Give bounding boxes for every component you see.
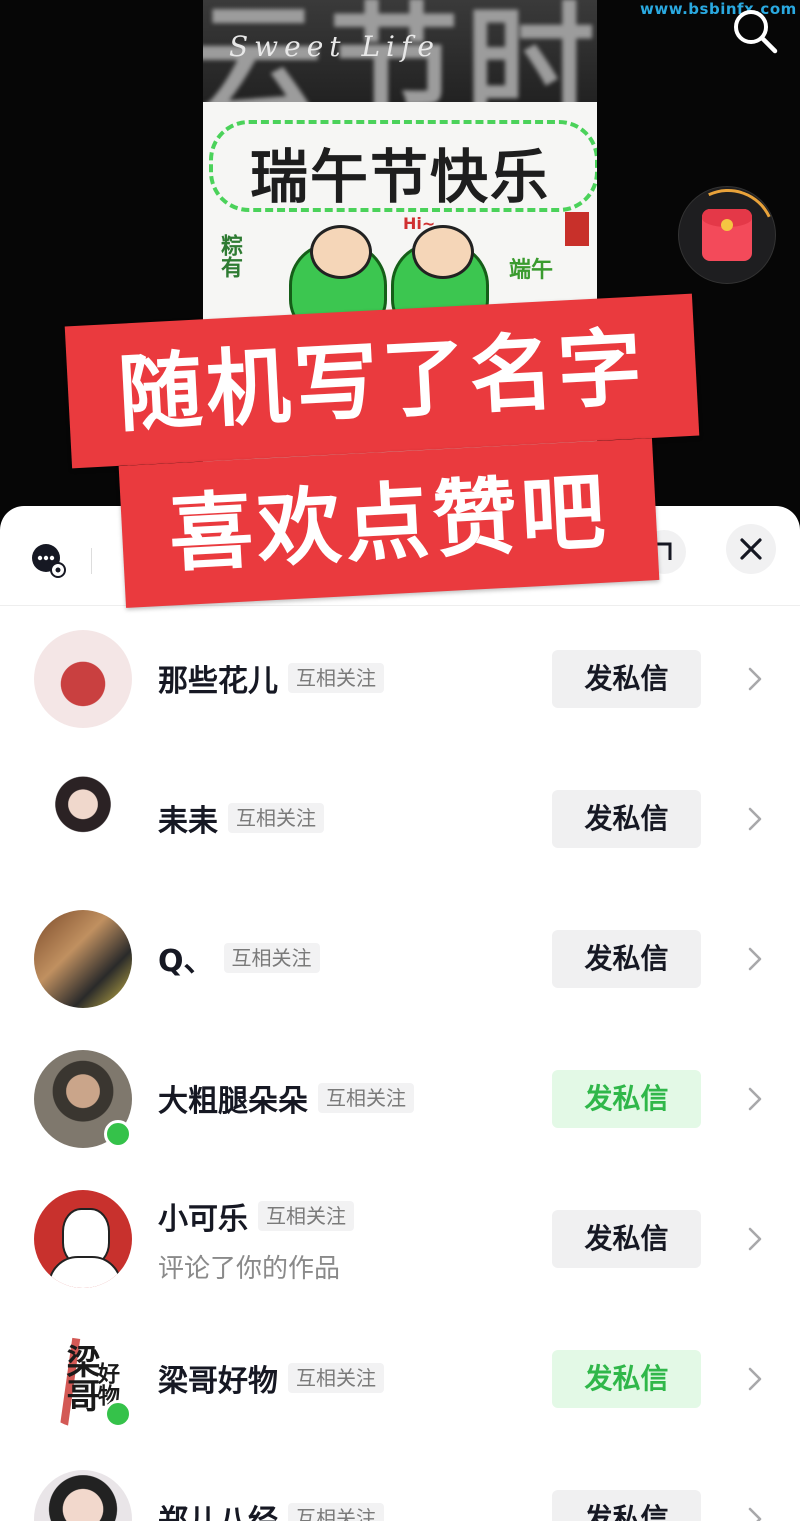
avatar[interactable]: [34, 910, 132, 1008]
avatar[interactable]: [34, 1190, 132, 1288]
mutual-follow-badge: 互相关注: [288, 1363, 384, 1393]
contact-row[interactable]: 郑儿八经互相关注 发私信: [0, 1446, 800, 1521]
card-title: 瑞午节快乐: [249, 143, 550, 211]
avatar[interactable]: [34, 770, 132, 868]
mutual-follow-badge: 互相关注: [288, 1503, 384, 1521]
chevron-right-icon[interactable]: [744, 1366, 766, 1392]
contact-name: 那些花儿: [158, 664, 278, 699]
send-message-button[interactable]: 发私信: [552, 1210, 701, 1268]
contact-name: 小可乐: [158, 1202, 248, 1237]
contact-name-line: 郑儿八经互相关注: [158, 1498, 384, 1521]
send-message-button[interactable]: 发私信: [552, 1070, 701, 1128]
red-envelope-icon[interactable]: [667, 175, 789, 297]
search-icon[interactable]: [730, 6, 780, 56]
seal-stamp: [565, 212, 589, 246]
contact-row[interactable]: 大粗腿朵朵 互相关注 发私信: [0, 1026, 800, 1166]
mutual-follow-badge: 互相关注: [318, 1083, 414, 1113]
contact-name: 郑儿八经: [158, 1496, 278, 1521]
contact-row[interactable]: 那些花儿 互相关注 发私信: [0, 606, 800, 746]
contact-name-line: 大粗腿朵朵 互相关注: [158, 1078, 414, 1119]
send-message-button[interactable]: 发私信: [552, 790, 701, 848]
chevron-right-icon[interactable]: [744, 666, 766, 692]
handwritten-left: 粽有: [217, 234, 242, 278]
contact-name-line: 梁哥好物 互相关注: [158, 1358, 384, 1399]
online-status-dot: [104, 1120, 132, 1148]
contact-name: 耒耒: [158, 804, 218, 839]
contact-row[interactable]: 小可乐 互相关注评论了你的作品 发私信: [0, 1166, 800, 1306]
contact-name-line: Q、 互相关注: [158, 938, 320, 979]
send-message-button[interactable]: 发私信: [552, 1490, 701, 1521]
chevron-right-icon[interactable]: [744, 1086, 766, 1112]
chevron-right-icon[interactable]: [744, 1506, 766, 1521]
chevron-right-icon[interactable]: [744, 1226, 766, 1252]
contact-activity: 评论了你的作品: [158, 1254, 341, 1284]
mutual-follow-badge: 互相关注: [288, 663, 384, 693]
close-icon[interactable]: [726, 524, 776, 574]
avatar[interactable]: [34, 1470, 132, 1521]
share-contact-sheet: 那些花儿 互相关注 发私信 耒耒 互相关注 发私信 Q、 互相关注 发私信 大粗腿朵朵 互相关注 发私…: [0, 506, 800, 1521]
card-script-text: Sweet Life: [229, 30, 440, 63]
contact-name-line: 那些花儿 互相关注: [158, 658, 384, 699]
chat-more-settings-icon[interactable]: [30, 542, 66, 578]
avatar[interactable]: [34, 630, 132, 728]
mutual-follow-badge: 互相关注: [228, 803, 324, 833]
contact-name: 梁哥好物: [158, 1364, 278, 1399]
contact-name-line: 耒耒 互相关注: [158, 798, 324, 839]
contact-name: Q、: [158, 944, 214, 979]
chevron-right-icon[interactable]: [744, 946, 766, 972]
contact-row[interactable]: 梁哥 好物 梁哥好物 互相关注 发私信: [0, 1306, 800, 1446]
contact-name: 大粗腿朵朵: [158, 1084, 308, 1119]
overlay-banner-line-2: 喜欢点赞吧: [118, 438, 660, 608]
send-message-button[interactable]: 发私信: [552, 650, 701, 708]
contact-row[interactable]: 耒耒 互相关注 发私信: [0, 746, 800, 886]
send-message-button[interactable]: 发私信: [552, 1350, 701, 1408]
header-divider: [91, 548, 92, 574]
contact-row[interactable]: Q、 互相关注 发私信: [0, 886, 800, 1026]
mutual-follow-badge: 互相关注: [223, 943, 320, 973]
contact-name-line: 小可乐 互相关注: [158, 1196, 354, 1237]
card-header-strip: 云节时 Sweet Life: [203, 0, 597, 102]
chevron-right-icon[interactable]: [744, 806, 766, 832]
handwritten-right: 端午: [509, 258, 554, 283]
mutual-follow-badge: 互相关注: [258, 1201, 354, 1231]
online-status-dot: [104, 1400, 132, 1428]
send-message-button[interactable]: 发私信: [552, 930, 701, 988]
